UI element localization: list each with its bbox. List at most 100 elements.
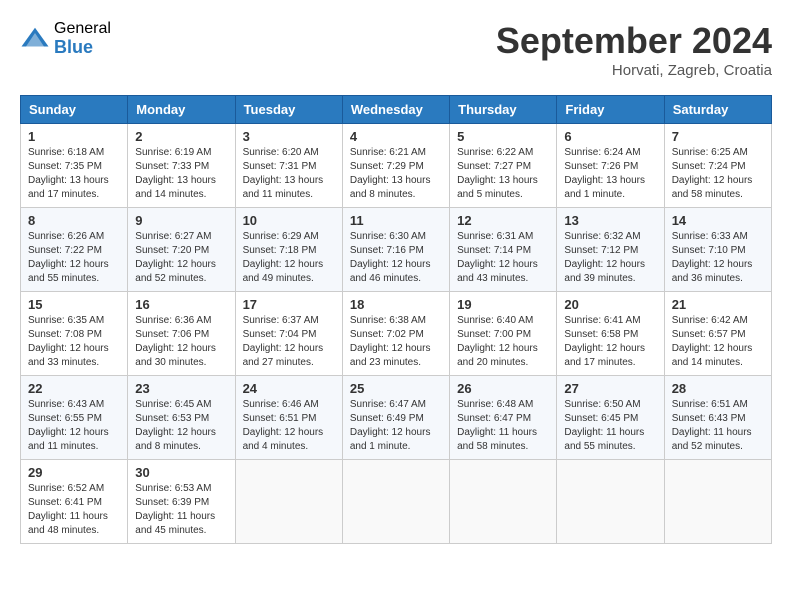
calendar-day-cell: 8 Sunrise: 6:26 AMSunset: 7:22 PMDayligh… bbox=[21, 208, 128, 292]
weekday-header: Saturday bbox=[664, 96, 771, 124]
day-info: Sunrise: 6:24 AMSunset: 7:26 PMDaylight:… bbox=[564, 146, 656, 202]
day-info: Sunrise: 6:33 AMSunset: 7:10 PMDaylight:… bbox=[672, 230, 764, 286]
calendar-day-cell: 15 Sunrise: 6:35 AMSunset: 7:08 PMDaylig… bbox=[21, 292, 128, 376]
title-block: September 2024 Horvati, Zagreb, Croatia bbox=[496, 20, 772, 79]
day-number: 13 bbox=[564, 213, 656, 228]
calendar-day-cell: 21 Sunrise: 6:42 AMSunset: 6:57 PMDaylig… bbox=[664, 292, 771, 376]
calendar-day-cell bbox=[557, 460, 664, 544]
calendar-day-cell: 4 Sunrise: 6:21 AMSunset: 7:29 PMDayligh… bbox=[342, 124, 449, 208]
calendar-day-cell: 13 Sunrise: 6:32 AMSunset: 7:12 PMDaylig… bbox=[557, 208, 664, 292]
day-info: Sunrise: 6:29 AMSunset: 7:18 PMDaylight:… bbox=[243, 230, 335, 286]
calendar-day-cell: 11 Sunrise: 6:30 AMSunset: 7:16 PMDaylig… bbox=[342, 208, 449, 292]
day-info: Sunrise: 6:40 AMSunset: 7:00 PMDaylight:… bbox=[457, 314, 549, 370]
day-info: Sunrise: 6:27 AMSunset: 7:20 PMDaylight:… bbox=[135, 230, 227, 286]
day-info: Sunrise: 6:26 AMSunset: 7:22 PMDaylight:… bbox=[28, 230, 120, 286]
calendar-day-cell: 12 Sunrise: 6:31 AMSunset: 7:14 PMDaylig… bbox=[450, 208, 557, 292]
day-number: 29 bbox=[28, 465, 120, 480]
day-number: 4 bbox=[350, 129, 442, 144]
day-number: 14 bbox=[672, 213, 764, 228]
day-info: Sunrise: 6:53 AMSunset: 6:39 PMDaylight:… bbox=[135, 482, 227, 538]
day-number: 6 bbox=[564, 129, 656, 144]
day-info: Sunrise: 6:18 AMSunset: 7:35 PMDaylight:… bbox=[28, 146, 120, 202]
calendar-week-row: 1 Sunrise: 6:18 AMSunset: 7:35 PMDayligh… bbox=[21, 124, 772, 208]
day-info: Sunrise: 6:46 AMSunset: 6:51 PMDaylight:… bbox=[243, 398, 335, 454]
calendar-day-cell: 7 Sunrise: 6:25 AMSunset: 7:24 PMDayligh… bbox=[664, 124, 771, 208]
day-info: Sunrise: 6:36 AMSunset: 7:06 PMDaylight:… bbox=[135, 314, 227, 370]
calendar-week-row: 29 Sunrise: 6:52 AMSunset: 6:41 PMDaylig… bbox=[21, 460, 772, 544]
day-info: Sunrise: 6:45 AMSunset: 6:53 PMDaylight:… bbox=[135, 398, 227, 454]
day-info: Sunrise: 6:35 AMSunset: 7:08 PMDaylight:… bbox=[28, 314, 120, 370]
day-number: 12 bbox=[457, 213, 549, 228]
day-number: 23 bbox=[135, 381, 227, 396]
day-number: 10 bbox=[243, 213, 335, 228]
calendar-day-cell: 24 Sunrise: 6:46 AMSunset: 6:51 PMDaylig… bbox=[235, 376, 342, 460]
logo-general: General bbox=[54, 20, 111, 38]
calendar-day-cell: 5 Sunrise: 6:22 AMSunset: 7:27 PMDayligh… bbox=[450, 124, 557, 208]
weekday-header: Sunday bbox=[21, 96, 128, 124]
day-info: Sunrise: 6:47 AMSunset: 6:49 PMDaylight:… bbox=[350, 398, 442, 454]
calendar-day-cell: 10 Sunrise: 6:29 AMSunset: 7:18 PMDaylig… bbox=[235, 208, 342, 292]
calendar-header-row: SundayMondayTuesdayWednesdayThursdayFrid… bbox=[21, 96, 772, 124]
day-number: 22 bbox=[28, 381, 120, 396]
day-info: Sunrise: 6:22 AMSunset: 7:27 PMDaylight:… bbox=[457, 146, 549, 202]
day-info: Sunrise: 6:42 AMSunset: 6:57 PMDaylight:… bbox=[672, 314, 764, 370]
day-info: Sunrise: 6:31 AMSunset: 7:14 PMDaylight:… bbox=[457, 230, 549, 286]
calendar-day-cell: 1 Sunrise: 6:18 AMSunset: 7:35 PMDayligh… bbox=[21, 124, 128, 208]
calendar-day-cell: 27 Sunrise: 6:50 AMSunset: 6:45 PMDaylig… bbox=[557, 376, 664, 460]
day-info: Sunrise: 6:52 AMSunset: 6:41 PMDaylight:… bbox=[28, 482, 120, 538]
calendar-day-cell: 25 Sunrise: 6:47 AMSunset: 6:49 PMDaylig… bbox=[342, 376, 449, 460]
calendar-day-cell: 19 Sunrise: 6:40 AMSunset: 7:00 PMDaylig… bbox=[450, 292, 557, 376]
calendar-day-cell: 29 Sunrise: 6:52 AMSunset: 6:41 PMDaylig… bbox=[21, 460, 128, 544]
calendar-day-cell bbox=[342, 460, 449, 544]
day-number: 17 bbox=[243, 297, 335, 312]
day-number: 30 bbox=[135, 465, 227, 480]
calendar-day-cell: 17 Sunrise: 6:37 AMSunset: 7:04 PMDaylig… bbox=[235, 292, 342, 376]
day-number: 28 bbox=[672, 381, 764, 396]
day-number: 7 bbox=[672, 129, 764, 144]
day-number: 19 bbox=[457, 297, 549, 312]
logo-text: General Blue bbox=[54, 20, 111, 57]
day-info: Sunrise: 6:48 AMSunset: 6:47 PMDaylight:… bbox=[457, 398, 549, 454]
calendar-day-cell bbox=[235, 460, 342, 544]
calendar-table: SundayMondayTuesdayWednesdayThursdayFrid… bbox=[20, 95, 772, 544]
calendar-day-cell: 18 Sunrise: 6:38 AMSunset: 7:02 PMDaylig… bbox=[342, 292, 449, 376]
calendar-day-cell: 20 Sunrise: 6:41 AMSunset: 6:58 PMDaylig… bbox=[557, 292, 664, 376]
day-number: 26 bbox=[457, 381, 549, 396]
calendar-day-cell bbox=[664, 460, 771, 544]
day-number: 16 bbox=[135, 297, 227, 312]
location-subtitle: Horvati, Zagreb, Croatia bbox=[496, 62, 772, 79]
day-number: 5 bbox=[457, 129, 549, 144]
calendar-day-cell: 6 Sunrise: 6:24 AMSunset: 7:26 PMDayligh… bbox=[557, 124, 664, 208]
calendar-week-row: 15 Sunrise: 6:35 AMSunset: 7:08 PMDaylig… bbox=[21, 292, 772, 376]
weekday-header: Wednesday bbox=[342, 96, 449, 124]
day-info: Sunrise: 6:41 AMSunset: 6:58 PMDaylight:… bbox=[564, 314, 656, 370]
weekday-header: Monday bbox=[128, 96, 235, 124]
day-number: 15 bbox=[28, 297, 120, 312]
day-number: 18 bbox=[350, 297, 442, 312]
day-info: Sunrise: 6:37 AMSunset: 7:04 PMDaylight:… bbox=[243, 314, 335, 370]
day-info: Sunrise: 6:25 AMSunset: 7:24 PMDaylight:… bbox=[672, 146, 764, 202]
calendar-day-cell: 28 Sunrise: 6:51 AMSunset: 6:43 PMDaylig… bbox=[664, 376, 771, 460]
day-number: 11 bbox=[350, 213, 442, 228]
day-number: 25 bbox=[350, 381, 442, 396]
day-number: 9 bbox=[135, 213, 227, 228]
calendar-day-cell: 23 Sunrise: 6:45 AMSunset: 6:53 PMDaylig… bbox=[128, 376, 235, 460]
month-title: September 2024 bbox=[496, 20, 772, 62]
calendar-week-row: 8 Sunrise: 6:26 AMSunset: 7:22 PMDayligh… bbox=[21, 208, 772, 292]
logo-icon bbox=[20, 24, 50, 54]
calendar-day-cell bbox=[450, 460, 557, 544]
day-info: Sunrise: 6:38 AMSunset: 7:02 PMDaylight:… bbox=[350, 314, 442, 370]
calendar-day-cell: 16 Sunrise: 6:36 AMSunset: 7:06 PMDaylig… bbox=[128, 292, 235, 376]
calendar-day-cell: 26 Sunrise: 6:48 AMSunset: 6:47 PMDaylig… bbox=[450, 376, 557, 460]
day-info: Sunrise: 6:51 AMSunset: 6:43 PMDaylight:… bbox=[672, 398, 764, 454]
day-number: 1 bbox=[28, 129, 120, 144]
day-number: 27 bbox=[564, 381, 656, 396]
page-header: General Blue September 2024 Horvati, Zag… bbox=[20, 20, 772, 79]
day-number: 24 bbox=[243, 381, 335, 396]
calendar-day-cell: 14 Sunrise: 6:33 AMSunset: 7:10 PMDaylig… bbox=[664, 208, 771, 292]
logo-blue: Blue bbox=[54, 38, 111, 58]
day-info: Sunrise: 6:20 AMSunset: 7:31 PMDaylight:… bbox=[243, 146, 335, 202]
calendar-day-cell: 30 Sunrise: 6:53 AMSunset: 6:39 PMDaylig… bbox=[128, 460, 235, 544]
day-number: 8 bbox=[28, 213, 120, 228]
day-number: 20 bbox=[564, 297, 656, 312]
